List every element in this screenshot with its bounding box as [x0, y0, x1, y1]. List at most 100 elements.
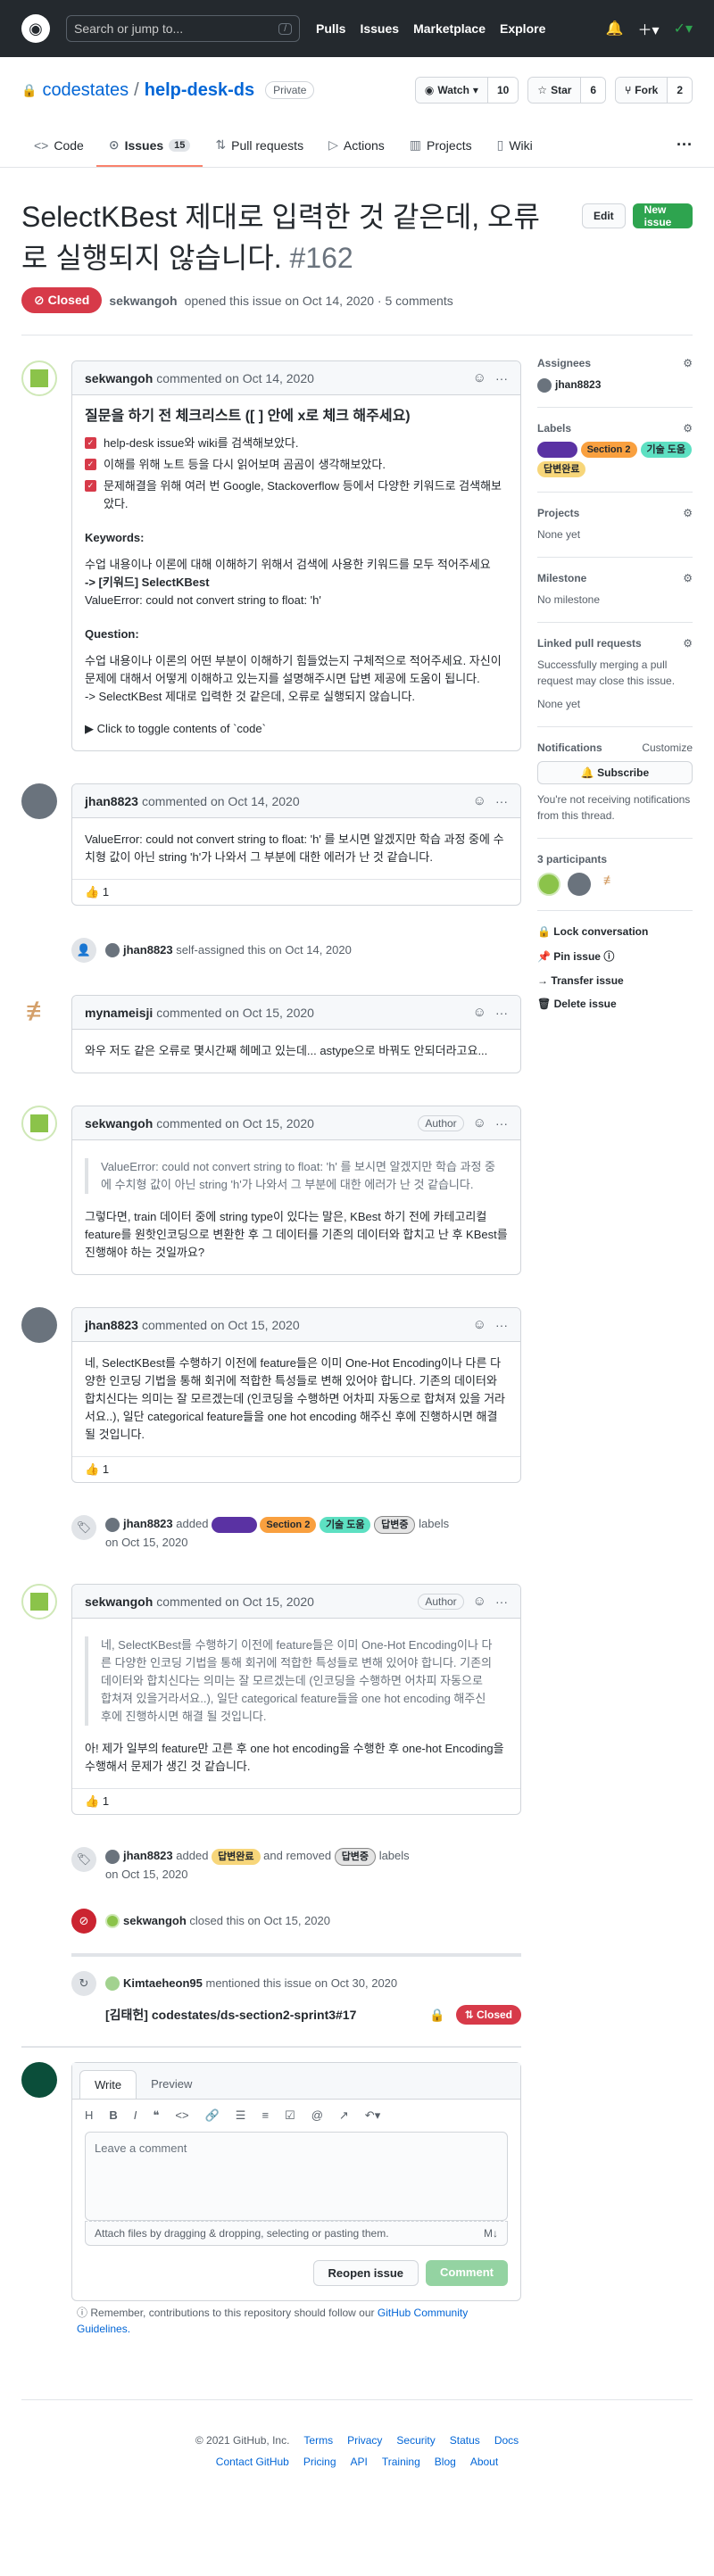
- label-purple[interactable]: ______: [212, 1517, 257, 1533]
- smiley-icon[interactable]: ☺: [473, 1115, 486, 1131]
- tab-wiki[interactable]: ▯ Wiki: [485, 137, 545, 167]
- comment-author[interactable]: sekwangoh: [85, 1116, 153, 1131]
- event-user[interactable]: jhan8823: [123, 1849, 173, 1862]
- heading-icon[interactable]: H: [85, 2108, 93, 2123]
- watch-count[interactable]: 10: [486, 78, 519, 103]
- avatar[interactable]: [105, 1914, 120, 1928]
- kebab-icon[interactable]: ···: [495, 1318, 508, 1332]
- footer-link[interactable]: Docs: [494, 2434, 519, 2447]
- label-purple[interactable]: _____: [537, 442, 577, 458]
- footer-link[interactable]: Contact GitHub: [216, 2456, 289, 2468]
- fork-button[interactable]: ⑂ Fork 2: [615, 77, 693, 104]
- tab-pulls[interactable]: ⇅ Pull requests: [203, 137, 316, 167]
- avatar[interactable]: [568, 873, 591, 896]
- reaction-thumbs-up[interactable]: 👍 1: [85, 1794, 109, 1809]
- reopen-button[interactable]: Reopen issue: [312, 2260, 419, 2286]
- avatar[interactable]: [105, 943, 120, 957]
- comment-date[interactable]: commented on Oct 15, 2020: [156, 1594, 314, 1609]
- event-user[interactable]: jhan8823: [123, 941, 173, 959]
- kebab-icon[interactable]: ···: [495, 1116, 508, 1131]
- nav-pulls[interactable]: Pulls: [316, 21, 345, 36]
- footer-link[interactable]: Privacy: [347, 2434, 382, 2447]
- kebab-icon[interactable]: ···: [495, 371, 508, 385]
- avatar[interactable]: [537, 377, 552, 393]
- footer-link[interactable]: About: [470, 2456, 498, 2468]
- tab-actions[interactable]: ▷ Actions: [316, 137, 397, 167]
- comment-textarea[interactable]: Leave a comment: [85, 2132, 508, 2221]
- avatar-icon[interactable]: ✓▾: [674, 20, 693, 37]
- avatar[interactable]: ≢: [598, 873, 621, 896]
- mention-icon[interactable]: @: [311, 2108, 323, 2123]
- kebab-icon[interactable]: ···: [495, 794, 508, 808]
- gear-icon[interactable]: ⚙: [683, 422, 693, 435]
- footer-link[interactable]: Blog: [435, 2456, 456, 2468]
- label-answering[interactable]: 답변중: [334, 1848, 377, 1866]
- avatar[interactable]: [537, 873, 560, 896]
- comment-date[interactable]: commented on Oct 14, 2020: [156, 371, 314, 385]
- comment-date[interactable]: commented on Oct 15, 2020: [156, 1006, 314, 1020]
- label-answering[interactable]: 답변중: [374, 1516, 416, 1534]
- assignee-name[interactable]: jhan8823: [555, 378, 601, 391]
- smiley-icon[interactable]: ☺: [473, 370, 486, 385]
- smiley-icon[interactable]: ☺: [473, 1594, 486, 1609]
- avatar[interactable]: [21, 360, 57, 396]
- smiley-icon[interactable]: ☺: [473, 1005, 486, 1020]
- attach-area[interactable]: Attach files by dragging & dropping, sel…: [85, 2221, 508, 2246]
- footer-link[interactable]: Training: [382, 2456, 420, 2468]
- reference-link[interactable]: [김태헌] codestates/ds-section2-sprint3#17: [105, 2006, 356, 2024]
- footer-link[interactable]: Pricing: [303, 2456, 336, 2468]
- kebab-icon[interactable]: ···: [495, 1006, 508, 1020]
- avatar[interactable]: [105, 1976, 120, 1991]
- footer-link[interactable]: Status: [450, 2434, 480, 2447]
- tab-projects[interactable]: ▥ Projects: [397, 137, 485, 167]
- gear-icon[interactable]: ⚙: [683, 357, 693, 369]
- label-answered[interactable]: 답변완료: [212, 1849, 261, 1865]
- search-input[interactable]: Search or jump to... /: [66, 15, 300, 42]
- comment-author[interactable]: jhan8823: [85, 794, 138, 808]
- tab-preview[interactable]: Preview: [137, 2070, 206, 2099]
- avatar[interactable]: [21, 1584, 57, 1619]
- event-user[interactable]: sekwangoh: [123, 1912, 187, 1930]
- comment-date[interactable]: commented on Oct 15, 2020: [142, 1318, 300, 1332]
- avatar[interactable]: ≢: [21, 995, 57, 1031]
- footer-link[interactable]: Security: [396, 2434, 435, 2447]
- tab-issues[interactable]: ⊙ Issues 15: [95, 137, 203, 167]
- smiley-icon[interactable]: ☺: [473, 793, 486, 808]
- label-section2[interactable]: Section 2: [260, 1517, 317, 1533]
- kebab-icon[interactable]: ···: [495, 1594, 508, 1609]
- delete-issue-button[interactable]: 🗑 Delete issue: [537, 992, 693, 1015]
- edit-button[interactable]: Edit: [582, 203, 626, 228]
- nav-marketplace[interactable]: Marketplace: [413, 21, 486, 36]
- fork-count[interactable]: 2: [667, 78, 692, 103]
- label-answered[interactable]: 답변완료: [537, 461, 586, 477]
- label-tech-help[interactable]: 기술 도움: [319, 1517, 371, 1533]
- gear-icon[interactable]: ⚙: [683, 572, 693, 584]
- gear-icon[interactable]: ⚙: [683, 507, 693, 519]
- reply-icon[interactable]: ↶▾: [365, 2108, 380, 2123]
- avatar[interactable]: [21, 783, 57, 819]
- reaction-thumbs-up[interactable]: 👍 1: [85, 1462, 109, 1477]
- link-icon[interactable]: 🔗: [205, 2108, 220, 2123]
- gear-icon[interactable]: ⚙: [683, 637, 693, 650]
- comment-author[interactable]: sekwangoh: [85, 371, 153, 385]
- quote-icon[interactable]: ❝: [153, 2108, 159, 2123]
- comment-date[interactable]: commented on Oct 15, 2020: [156, 1116, 314, 1131]
- tab-code[interactable]: <> Code: [21, 138, 96, 167]
- bell-icon[interactable]: 🔔: [606, 20, 624, 37]
- label-section2[interactable]: Section 2: [580, 442, 637, 458]
- code-toggle[interactable]: ▶ Click to toggle contents of `code`: [85, 720, 508, 738]
- code-icon[interactable]: <>: [175, 2108, 188, 2123]
- star-button[interactable]: ☆ Star 6: [527, 77, 607, 104]
- repo-owner-link[interactable]: codestates: [42, 80, 129, 101]
- numbered-list-icon[interactable]: ≡: [262, 2108, 269, 2123]
- comment-date[interactable]: commented on Oct 14, 2020: [142, 794, 300, 808]
- plus-icon[interactable]: ＋▾: [638, 18, 660, 39]
- comment-author[interactable]: mynameisji: [85, 1006, 153, 1020]
- transfer-issue-button[interactable]: → Transfer issue: [537, 969, 693, 992]
- label-tech-help[interactable]: 기술 도움: [640, 442, 693, 458]
- more-icon[interactable]: ···: [677, 136, 693, 167]
- footer-link[interactable]: Terms: [303, 2434, 333, 2447]
- star-count[interactable]: 6: [580, 78, 606, 103]
- watch-button[interactable]: ◉ Watch ▾ 10: [414, 77, 519, 104]
- avatar[interactable]: [105, 1517, 120, 1532]
